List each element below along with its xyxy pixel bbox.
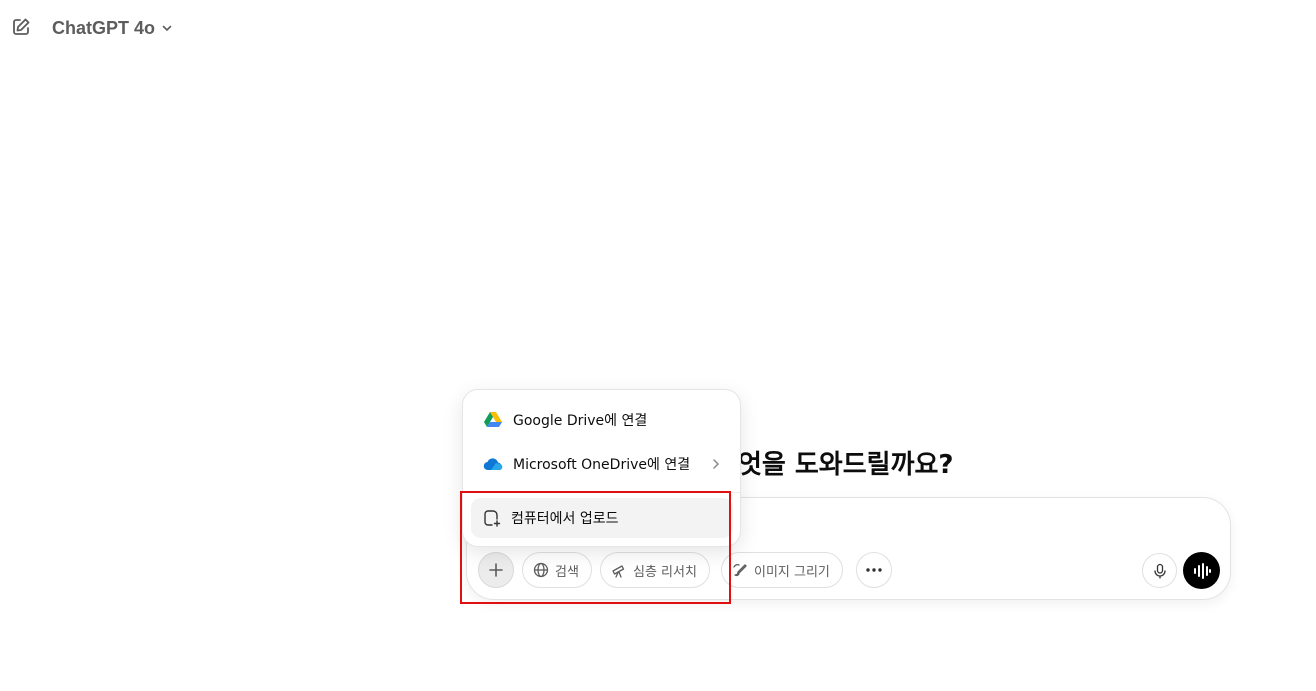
menu-item-upload-from-computer[interactable]: 컴퓨터에서 업로드 [471,498,733,538]
plus-icon [489,563,503,577]
more-tools-button[interactable] [856,552,892,588]
paint-icon [733,563,747,577]
menu-item-google-drive[interactable]: Google Drive에 연결 [471,400,733,440]
onedrive-icon [483,458,503,471]
globe-icon [533,562,549,578]
menu-item-label: Microsoft OneDrive에 연결 [513,457,691,473]
menu-divider [463,492,740,493]
page-headline: 엇을 도와드릴까요? [738,450,954,480]
attach-menu: Google Drive에 연결 Microsoft OneDrive에 연결 … [462,389,741,547]
model-switcher[interactable]: ChatGPT 4o [46,14,179,42]
edit-icon [13,18,30,35]
google-drive-icon [484,412,502,427]
chevron-right-icon [711,458,721,470]
menu-item-onedrive[interactable]: Microsoft OneDrive에 연결 [471,444,733,484]
mic-icon [1153,563,1166,579]
new-chat-button[interactable] [8,14,34,40]
deep-research-label: 심층 리서치 [633,564,697,580]
dictate-button[interactable] [1142,553,1177,588]
draw-image-label: 이미지 그리기 [754,564,830,580]
deep-research-button[interactable]: 심층 리서치 [600,552,710,588]
telescope-icon [612,565,625,578]
menu-item-label: 컴퓨터에서 업로드 [511,511,619,527]
search-tool-button[interactable]: 검색 [522,552,592,588]
more-icon [866,568,882,572]
menu-item-label: Google Drive에 연결 [513,413,648,429]
voice-mode-icon [1193,562,1211,579]
chevron-down-icon [162,25,172,32]
model-name: ChatGPT 4o [52,17,156,38]
attach-button[interactable] [478,552,514,588]
search-tool-label: 검색 [555,564,579,580]
draw-image-button[interactable]: 이미지 그리기 [721,552,843,588]
upload-file-icon [484,510,501,527]
header: ChatGPT 4o [0,0,1316,56]
voice-mode-button[interactable] [1183,552,1220,589]
